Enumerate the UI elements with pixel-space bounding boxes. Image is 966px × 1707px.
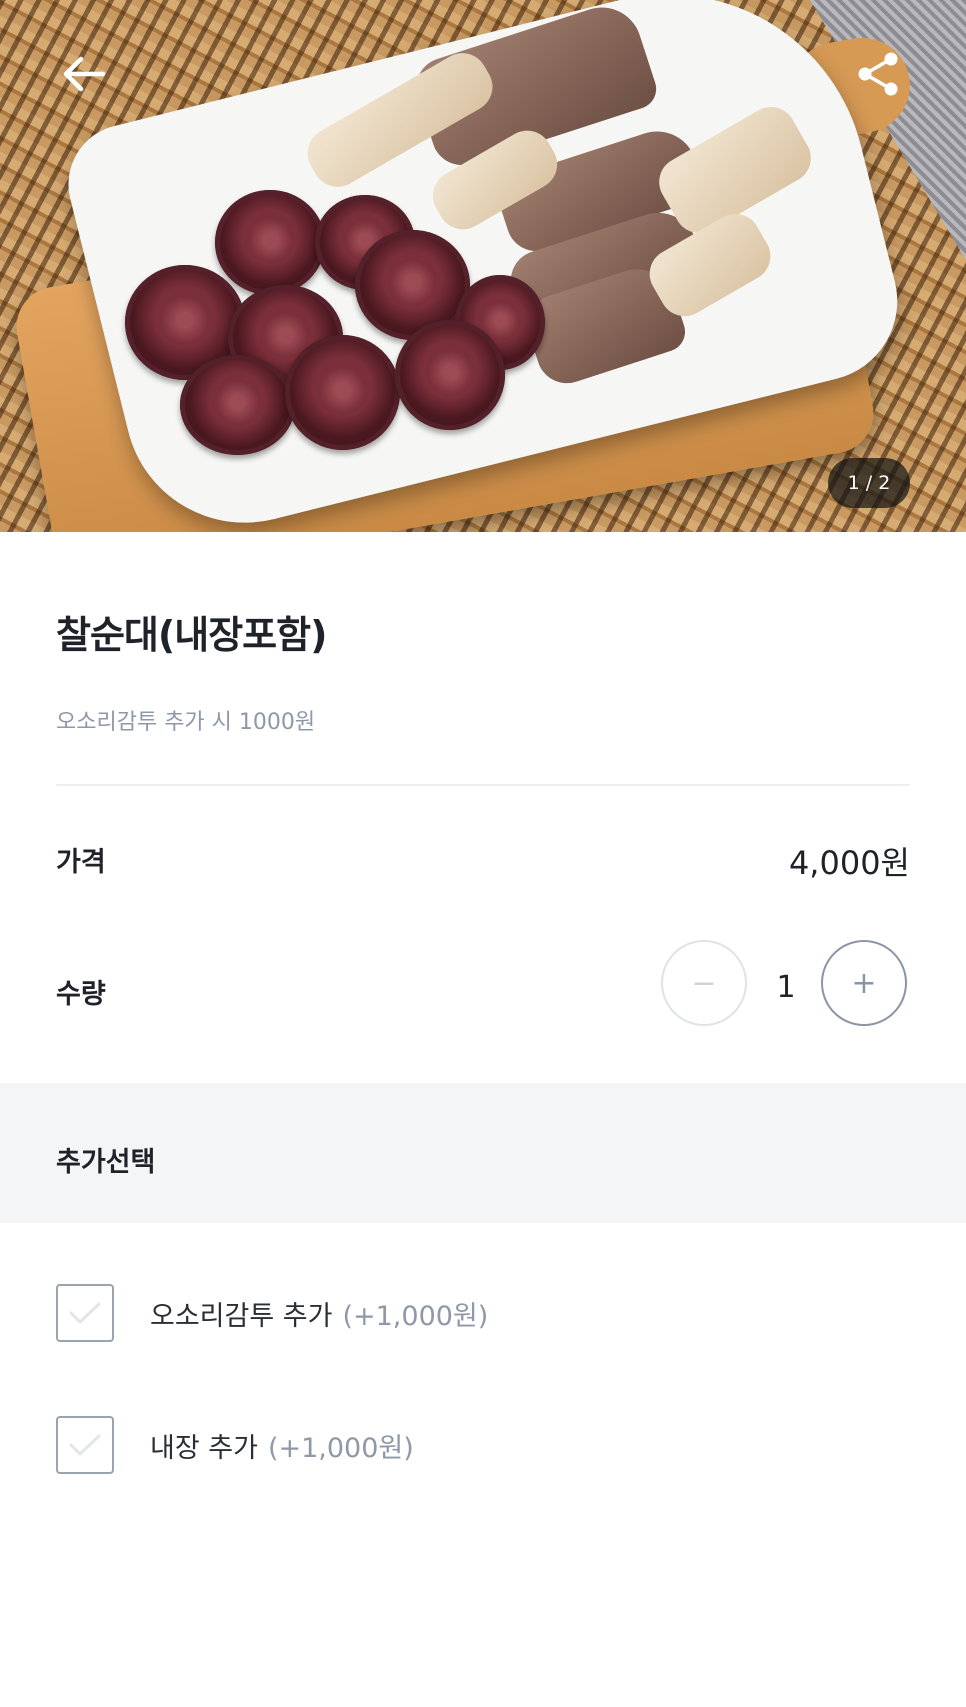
sundae-slice <box>215 190 325 295</box>
sundae-slice <box>395 320 505 430</box>
price-label: 가격 <box>56 847 106 878</box>
arrow-left-icon <box>63 56 106 92</box>
option-label: 내장 추가 <box>150 1432 258 1464</box>
product-description: 오소리감투 추가 시 1000원 <box>56 710 316 735</box>
price-value: 4,000원 <box>788 844 910 882</box>
quantity-increase-button[interactable]: + <box>821 940 907 1026</box>
divider <box>56 784 910 786</box>
plus-icon: + <box>851 965 877 1001</box>
option-label: 오소리감투 추가 <box>150 1300 333 1332</box>
sundae-slice <box>180 355 295 455</box>
image-page-indicator: 1 / 2 <box>828 458 910 508</box>
share-icon <box>858 52 898 96</box>
share-button[interactable] <box>842 38 914 110</box>
option-price: (+1,000원) <box>342 1300 489 1332</box>
option-item[interactable]: 내장 추가 (+1,000원) <box>56 1414 414 1476</box>
option-item[interactable]: 오소리감투 추가 (+1,000원) <box>56 1282 488 1344</box>
sundae-slice <box>285 335 400 450</box>
product-image: 1 / 2 <box>0 0 966 532</box>
quantity-value: 1 <box>776 970 796 1005</box>
minus-icon: − <box>691 965 717 1001</box>
product-title: 찰순대(내장포함) <box>56 613 327 657</box>
check-icon <box>69 1302 101 1324</box>
option-checkbox[interactable] <box>56 1416 114 1474</box>
quantity-label: 수량 <box>56 979 106 1010</box>
back-button[interactable] <box>48 38 120 110</box>
quantity-decrease-button[interactable]: − <box>661 940 747 1026</box>
option-price: (+1,000원) <box>267 1432 414 1464</box>
check-icon <box>69 1434 101 1456</box>
option-checkbox[interactable] <box>56 1284 114 1342</box>
options-section-title: 추가선택 <box>56 1147 156 1178</box>
